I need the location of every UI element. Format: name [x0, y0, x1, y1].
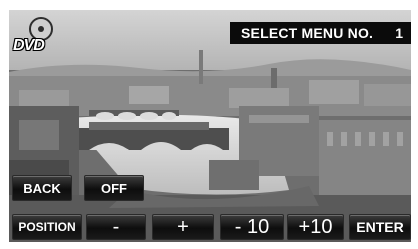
- plus-ten-button[interactable]: +10: [287, 214, 344, 240]
- off-button[interactable]: OFF: [84, 175, 144, 201]
- city-background-image: [9, 10, 411, 242]
- status-bar: SELECT MENU NO. 1: [230, 22, 411, 44]
- status-title: SELECT MENU NO.: [241, 25, 374, 41]
- dvd-logo: DVD: [11, 13, 59, 55]
- dvd-menu-screen: DVD SELECT MENU NO. 1 BACK OFF POSITION …: [9, 10, 411, 242]
- menu-number-display: 1: [395, 25, 403, 41]
- plus-button[interactable]: +: [152, 214, 214, 240]
- back-button[interactable]: BACK: [12, 175, 72, 201]
- enter-button[interactable]: ENTER: [349, 214, 411, 240]
- minus-button[interactable]: -: [86, 214, 146, 240]
- minus-ten-button[interactable]: - 10: [220, 214, 284, 240]
- dvd-logo-text: DVD: [13, 37, 45, 54]
- position-button[interactable]: POSITION: [12, 214, 82, 240]
